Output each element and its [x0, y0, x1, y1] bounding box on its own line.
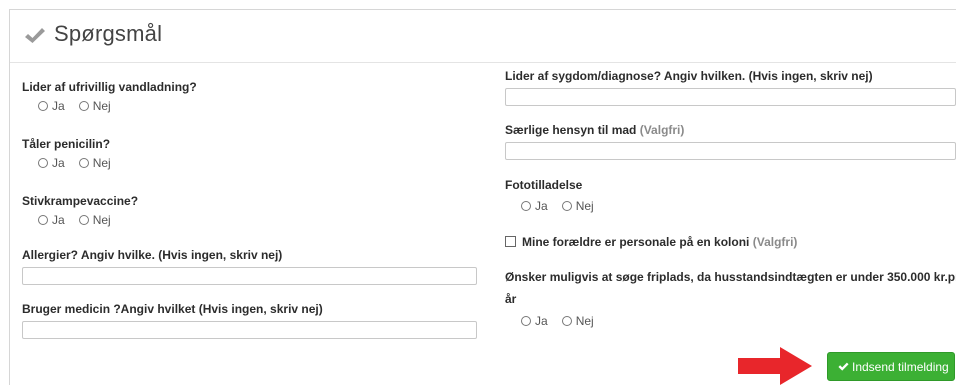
radio-no[interactable]	[78, 215, 89, 225]
radio-yes[interactable]	[38, 215, 48, 225]
food-label-text: Særlige hensyn til mad	[505, 123, 637, 137]
parents-staff-label: Mine forældre er personale på en koloni	[522, 235, 750, 249]
radio-yes-label: Ja	[52, 213, 65, 227]
submit-button-label: Indsend tilmelding	[852, 359, 949, 374]
radio-no-label: Nej	[575, 314, 594, 328]
optional-tag: (Valgfri)	[752, 235, 798, 249]
medicine-input[interactable]	[22, 321, 477, 339]
radio-yes-label: Ja	[535, 314, 548, 328]
radio-yes[interactable]	[521, 316, 531, 326]
radio-no-label: Nej	[575, 199, 594, 213]
allergies-label: Allergier? Angiv hvilke. (Hvis ingen, sk…	[22, 248, 283, 262]
check-icon	[25, 28, 45, 43]
radio-no[interactable]	[561, 316, 572, 326]
question-bedwetting-label: Lider af ufrivillig vandladning?	[22, 80, 197, 94]
page-title: Spørgsmål	[54, 21, 163, 46]
allergies-input[interactable]	[22, 267, 477, 285]
question-penicillin-options: Ja Nej	[38, 156, 111, 170]
freeplace-label-line1: Ønsker muligvis at søge friplads, da hus…	[505, 270, 956, 284]
question-bedwetting-options: Ja Nej	[38, 99, 111, 113]
radio-yes-label: Ja	[52, 99, 65, 113]
submit-button[interactable]: Indsend tilmelding	[827, 352, 955, 381]
panel-header: Spørgsmål	[10, 10, 956, 63]
check-icon	[838, 362, 849, 371]
question-tetanus-options: Ja Nej	[38, 213, 111, 227]
food-label: Særlige hensyn til mad (Valgfri)	[505, 123, 684, 137]
right-arrow-icon	[738, 347, 812, 385]
freeplace-label-line2: år	[505, 292, 517, 306]
radio-yes[interactable]	[521, 201, 531, 211]
parents-staff-checkbox[interactable]	[505, 236, 516, 247]
parents-staff-row: Mine forældre er personale på en koloni …	[505, 235, 797, 249]
medicine-label: Bruger medicin ?Angiv hvilket (Hvis inge…	[22, 302, 323, 316]
optional-tag: (Valgfri)	[639, 123, 685, 137]
radio-no-label: Nej	[92, 156, 111, 170]
disease-input[interactable]	[505, 88, 956, 106]
radio-no[interactable]	[561, 201, 572, 211]
radio-no-label: Nej	[92, 213, 111, 227]
question-penicillin-label: Tåler penicilin?	[22, 137, 111, 151]
disease-label: Lider af sygdom/diagnose? Angiv hvilken.…	[505, 69, 873, 83]
radio-no[interactable]	[78, 158, 89, 168]
radio-yes[interactable]	[38, 101, 48, 111]
food-input[interactable]	[505, 142, 956, 160]
radio-no-label: Nej	[92, 99, 111, 113]
question-tetanus-label: Stivkrampevaccine?	[22, 194, 139, 208]
radio-yes-label: Ja	[52, 156, 65, 170]
photo-permission-label: Fototilladelse	[505, 178, 583, 192]
radio-yes[interactable]	[38, 158, 48, 168]
photo-permission-options: Ja Nej	[521, 199, 594, 213]
freeplace-options: Ja Nej	[521, 314, 594, 328]
radio-yes-label: Ja	[535, 199, 548, 213]
radio-no[interactable]	[78, 101, 89, 111]
